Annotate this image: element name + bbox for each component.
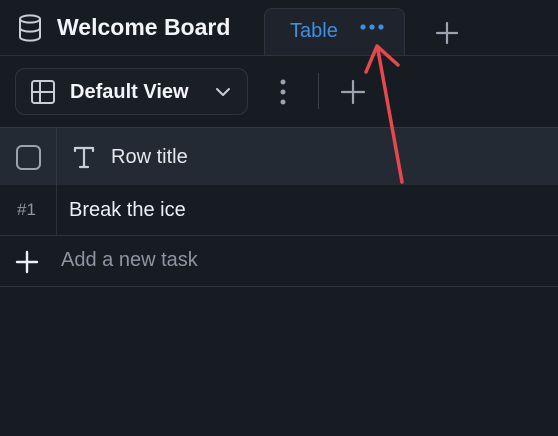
plus-icon	[340, 79, 366, 105]
database-icon	[19, 14, 41, 42]
chevron-down-icon	[216, 88, 230, 96]
tab-bar-divider	[0, 55, 558, 56]
toolbar-divider	[318, 73, 319, 109]
app-window: Welcome Board Table Default View Row tit…	[0, 0, 558, 436]
row-title-cell[interactable]: Break the ice	[69, 198, 186, 222]
add-task-button[interactable]: Add a new task	[0, 236, 558, 287]
select-all-checkbox[interactable]	[16, 145, 41, 170]
tab-table[interactable]: Table	[264, 8, 405, 56]
plus-icon	[435, 21, 459, 45]
more-horizontal-icon[interactable]	[359, 19, 385, 35]
column-divider	[56, 185, 57, 235]
tab-label: Table	[290, 20, 338, 42]
more-vertical-icon[interactable]	[272, 78, 294, 106]
table-layout-icon	[31, 80, 55, 104]
top-tab-bar: Welcome Board Table	[0, 0, 558, 56]
board-title: Welcome Board	[57, 14, 231, 40]
row-number: #1	[17, 200, 36, 219]
column-header-row-title[interactable]: Row title	[111, 145, 188, 169]
add-view-button[interactable]	[338, 77, 368, 107]
add-task-label: Add a new task	[61, 249, 198, 271]
view-selector[interactable]: Default View	[15, 68, 248, 115]
text-type-icon	[73, 146, 95, 169]
view-selector-label: Default View	[70, 81, 189, 103]
plus-icon	[15, 250, 39, 274]
table-header: Row title	[0, 127, 558, 185]
table-row[interactable]: #1 Break the ice	[0, 185, 558, 236]
add-tab-button[interactable]	[430, 18, 464, 48]
column-divider	[56, 128, 57, 185]
